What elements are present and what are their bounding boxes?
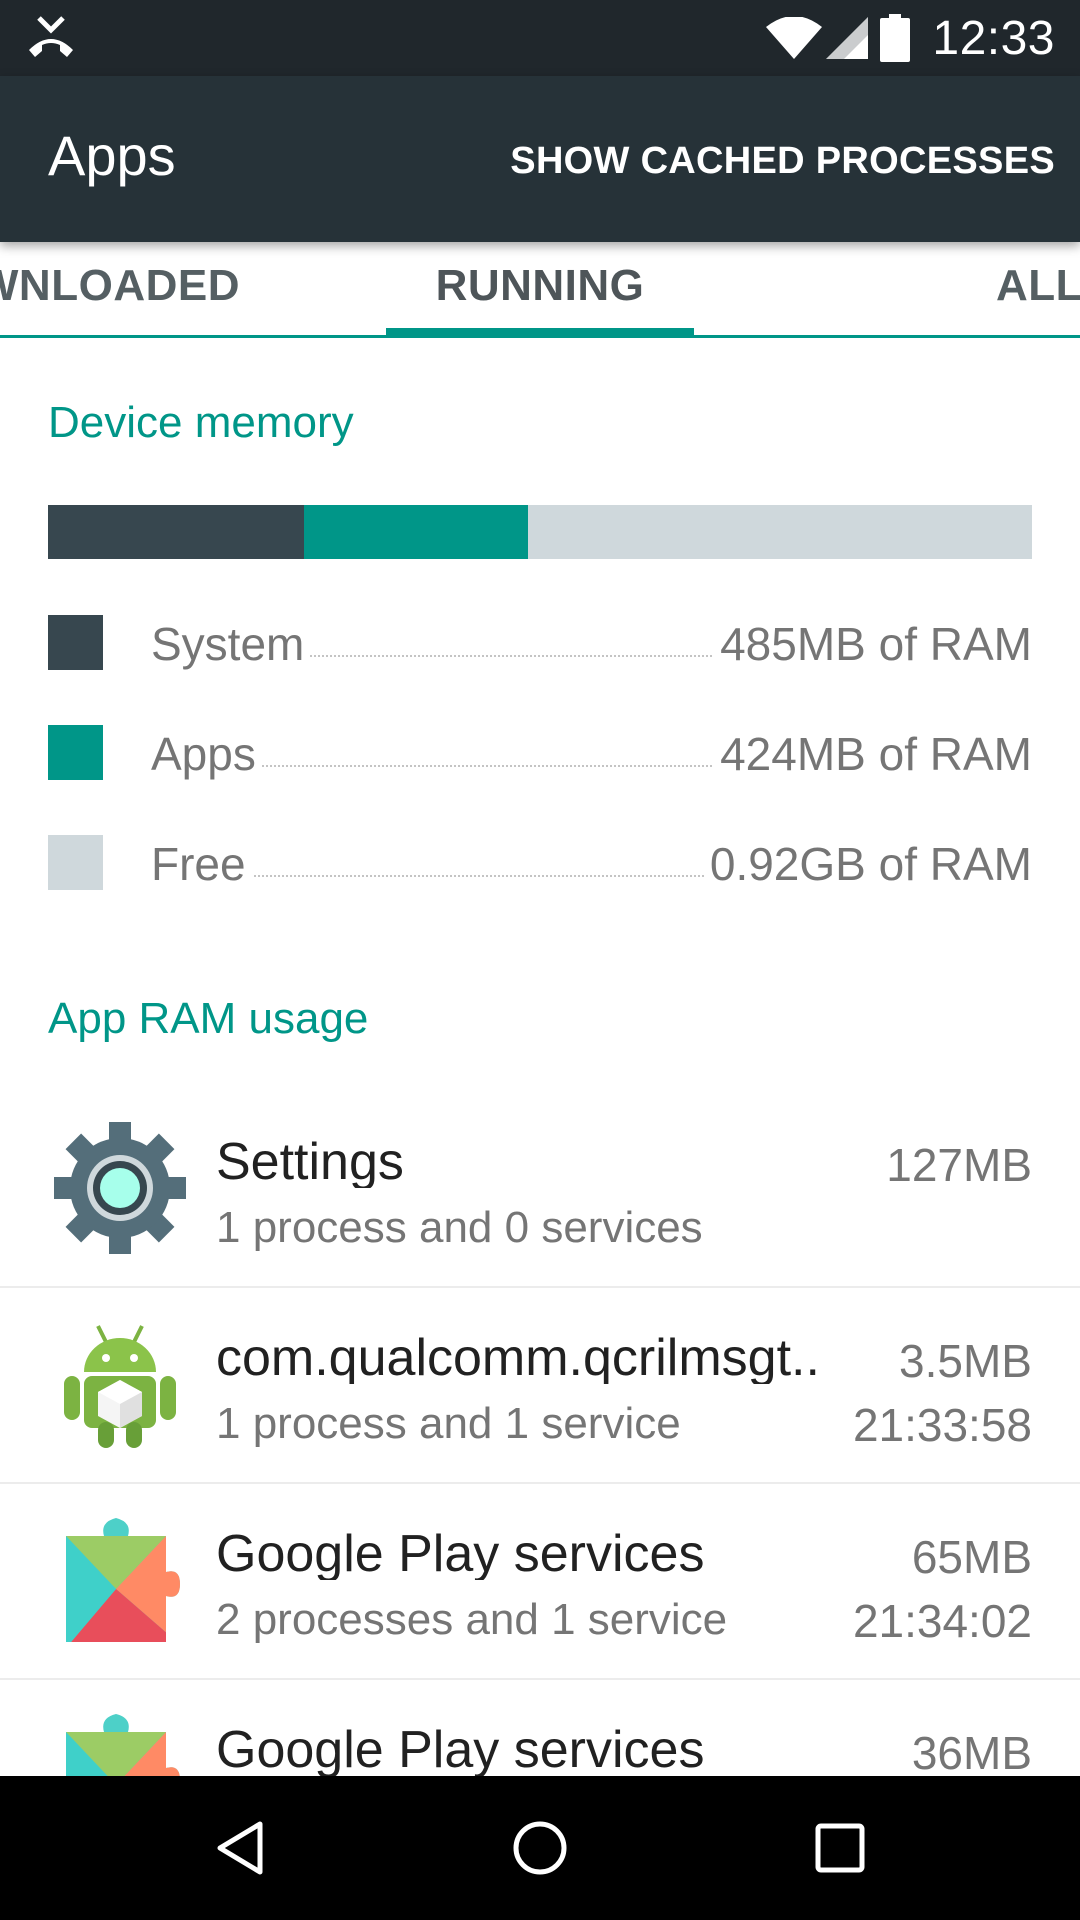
legend-label: Apps bbox=[151, 731, 262, 777]
app-size: 127MB bbox=[886, 1139, 1032, 1191]
app-ram-usage-header: App RAM usage bbox=[48, 994, 369, 1043]
recents-icon[interactable] bbox=[760, 1776, 920, 1920]
legend-label: System bbox=[151, 621, 311, 667]
app-size: 36MB bbox=[911, 1727, 1032, 1779]
memory-usage-bar bbox=[48, 505, 1032, 559]
legend-row-apps: Apps 424MB of RAM bbox=[48, 725, 1032, 781]
app-size: 3.5MB bbox=[899, 1335, 1032, 1387]
app-detail: 1 process and 1 service bbox=[216, 1399, 681, 1448]
status-time: 12:33 bbox=[932, 11, 1055, 65]
legend-swatch-free bbox=[48, 835, 103, 890]
app-name: Google Play services bbox=[216, 1528, 705, 1580]
app-bar: Apps SHOW CACHED PROCESSES bbox=[0, 76, 1080, 242]
navigation-bar bbox=[0, 1776, 1080, 1920]
tab-downloaded[interactable]: WNLOADED bbox=[0, 264, 240, 308]
list-item[interactable]: Settings 127MB 1 process and 0 services bbox=[0, 1092, 1080, 1288]
missed-call-icon bbox=[26, 14, 76, 65]
tab-running[interactable]: RUNNING bbox=[386, 264, 694, 308]
android-robot-icon bbox=[54, 1316, 186, 1452]
home-icon[interactable] bbox=[460, 1776, 620, 1920]
google-play-services-icon bbox=[54, 1512, 186, 1648]
legend-swatch-system bbox=[48, 615, 103, 670]
device-memory-header: Device memory bbox=[48, 398, 354, 447]
tab-selected-indicator bbox=[386, 328, 694, 336]
app-size: 65MB bbox=[911, 1531, 1032, 1583]
legend-row-free: Free 0.92GB of RAM bbox=[48, 835, 1032, 891]
app-uptime: 21:34:02 bbox=[852, 1595, 1032, 1647]
legend-value: 0.92GB of RAM bbox=[703, 841, 1032, 887]
tab-bar: WNLOADED RUNNING ALL bbox=[0, 242, 1080, 338]
legend-value: 485MB of RAM bbox=[714, 621, 1032, 667]
tab-all[interactable]: ALL bbox=[996, 264, 1080, 308]
app-detail: 1 process and 0 services bbox=[216, 1203, 703, 1252]
app-uptime: 21:33:58 bbox=[852, 1399, 1032, 1451]
app-name: Google Play services bbox=[216, 1724, 705, 1776]
app-name: com.qualcomm.qcrilmsgt.. bbox=[216, 1332, 820, 1384]
memory-bar-apps bbox=[303, 505, 529, 559]
list-item[interactable]: com.qualcomm.qcrilmsgt.. 3.5MB 1 process… bbox=[0, 1288, 1080, 1484]
legend-label: Free bbox=[151, 841, 252, 887]
memory-bar-system bbox=[48, 505, 304, 559]
wifi-icon bbox=[766, 17, 823, 59]
legend-row-system: System 485MB of RAM bbox=[48, 615, 1032, 671]
show-cached-processes-button[interactable]: SHOW CACHED PROCESSES bbox=[510, 142, 1055, 180]
battery-icon bbox=[880, 14, 911, 62]
settings-gear-icon bbox=[54, 1120, 186, 1256]
signal-icon bbox=[826, 17, 869, 59]
back-icon[interactable] bbox=[160, 1776, 320, 1920]
app-list: Settings 127MB 1 process and 0 services bbox=[0, 1092, 1080, 1876]
page-title: Apps bbox=[48, 124, 176, 187]
memory-bar-free bbox=[528, 505, 1032, 559]
app-detail: 2 processes and 1 service bbox=[216, 1595, 728, 1644]
legend-value: 424MB of RAM bbox=[714, 731, 1032, 777]
app-name: Settings bbox=[216, 1136, 404, 1188]
status-bar: 12:33 bbox=[0, 0, 1080, 76]
legend-swatch-apps bbox=[48, 725, 103, 780]
list-item[interactable]: Google Play services 65MB 2 processes an… bbox=[0, 1484, 1080, 1680]
